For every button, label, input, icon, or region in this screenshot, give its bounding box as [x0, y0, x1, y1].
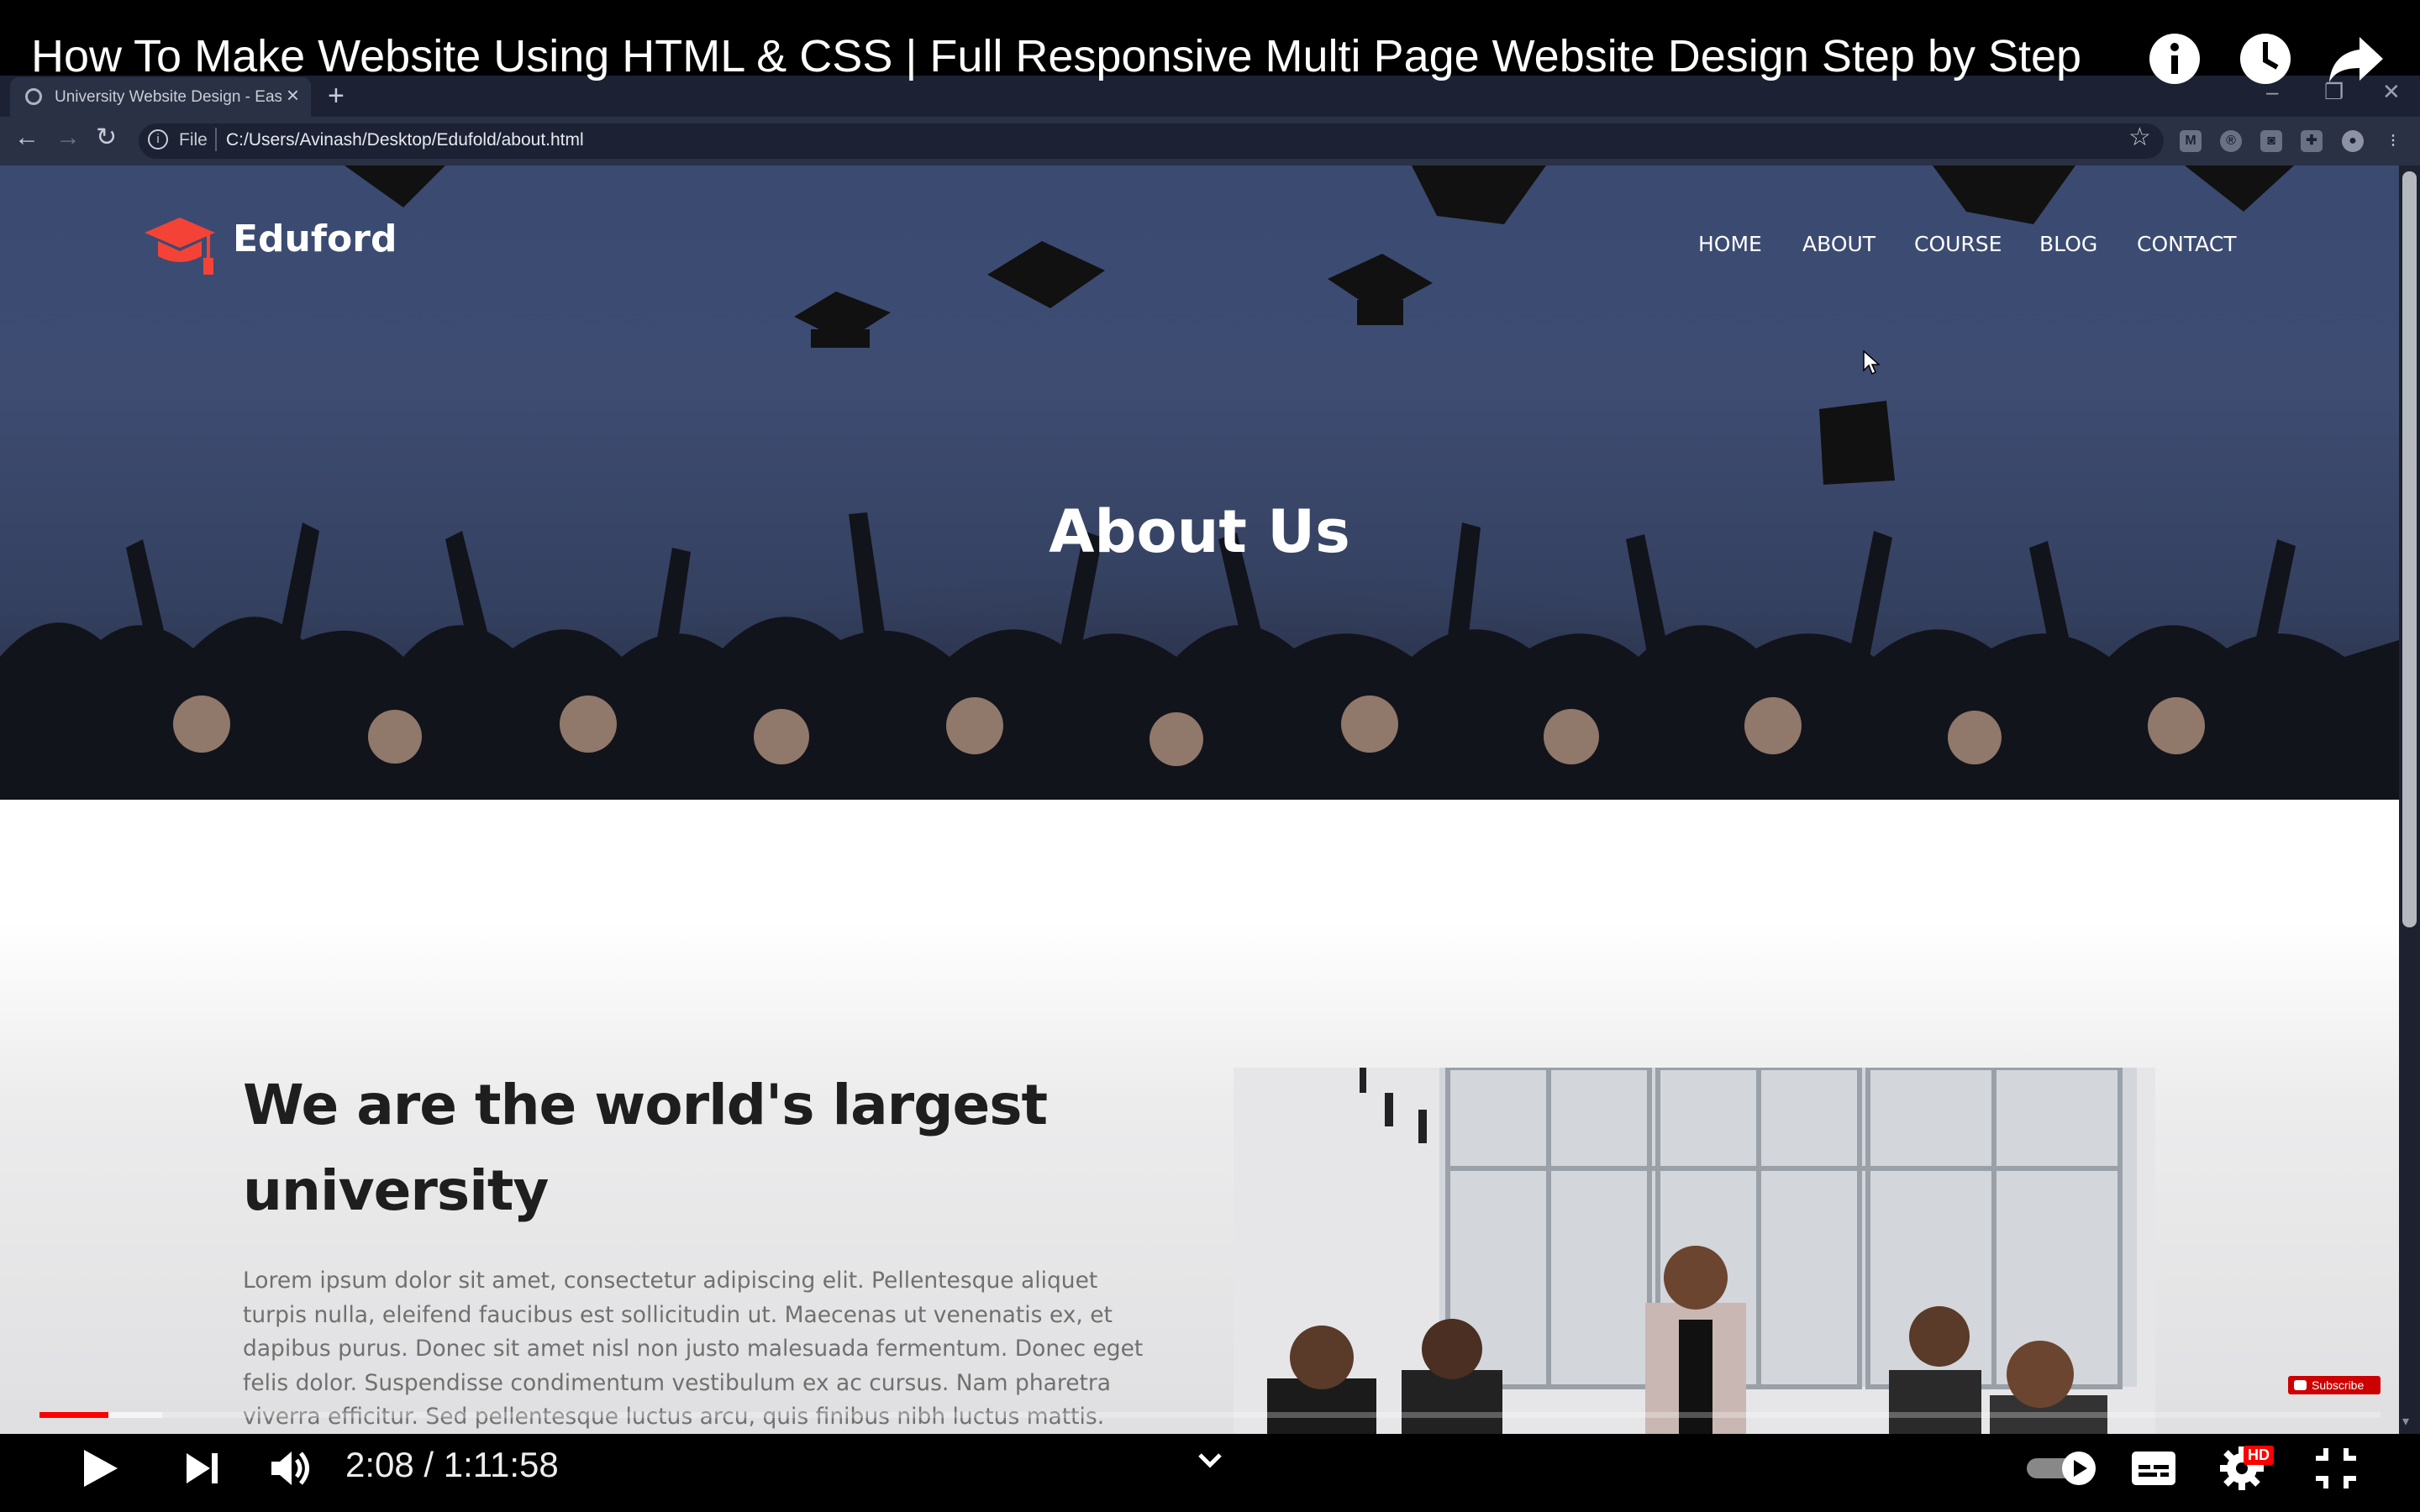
flying-cap-icon [1328, 254, 1433, 325]
exit-fullscreen-icon[interactable] [2312, 1445, 2360, 1492]
video-title-bar: How To Make Website Using HTML & CSS | F… [0, 0, 2420, 84]
flying-cap-icon [2185, 165, 2294, 212]
play-icon[interactable] [74, 1443, 124, 1494]
about-heading: We are the world's largest university [243, 1063, 1209, 1234]
scrollbar-thumb[interactable] [2402, 171, 2417, 927]
flying-cap-icon [1933, 165, 2075, 224]
flying-cap-icon [1412, 165, 1546, 224]
url-text[interactable]: C:/Users/Avinash/Desktop/Edufold/about.h… [226, 130, 584, 150]
site-info-icon[interactable]: i [148, 129, 168, 150]
camera-extension-icon[interactable]: ◙ [2260, 130, 2282, 152]
flying-cap-icon [987, 241, 1105, 308]
bookmark-star-icon[interactable]: ☆ [2128, 125, 2151, 150]
hero-section: Eduford HOME ABOUT COURSE BLOG CONTACT A… [0, 165, 2399, 800]
puzzle-extensions-icon[interactable]: ✚ [2301, 130, 2323, 152]
watch-later-icon[interactable] [2235, 29, 2296, 89]
back-icon[interactable]: ← [14, 125, 39, 150]
flying-cap-icon [1819, 401, 1895, 485]
volume-icon[interactable] [265, 1443, 315, 1494]
globe-icon [25, 88, 42, 105]
video-progress-bar[interactable] [39, 1412, 2381, 1418]
scroll-down-arrow-icon[interactable]: ▾ [2402, 1413, 2409, 1430]
page-title: About Us [1049, 497, 1350, 566]
next-icon[interactable] [176, 1443, 227, 1494]
autoplay-toggle[interactable] [2023, 1450, 2104, 1487]
protocol-label: File [179, 130, 208, 150]
nav-course[interactable]: COURSE [1914, 232, 2002, 256]
about-paragraph: Lorem ipsum dolor sit amet, consectetur … [243, 1268, 1144, 1430]
nav-about[interactable]: ABOUT [1802, 232, 1876, 256]
nav-home[interactable]: HOME [1698, 232, 1762, 256]
nav-blog[interactable]: BLOG [2039, 232, 2097, 256]
office-team-photo [1234, 1068, 2155, 1437]
menu-dots-icon[interactable]: ⋮ [2382, 130, 2404, 152]
about-heading-line1: We are the world's largest [243, 1073, 1048, 1137]
time-display: 2:08 / 1:11:58 [345, 1445, 559, 1484]
mouse-cursor-icon [1863, 350, 1880, 375]
time-total: 1:11:58 [443, 1445, 559, 1484]
share-icon[interactable] [2326, 29, 2386, 89]
gmail-extension-icon[interactable]: M [2180, 130, 2202, 152]
time-current: 2:08 [345, 1445, 414, 1484]
reload-icon[interactable]: ↻ [96, 125, 117, 150]
info-icon[interactable] [2144, 29, 2205, 89]
tab-title: University Website Design - Easy [55, 88, 281, 106]
chevron-down-icon[interactable] [1192, 1443, 1228, 1480]
video-title: How To Make Website Using HTML & CSS | F… [31, 31, 2082, 81]
tab-close-icon[interactable]: × [287, 84, 299, 106]
graduation-cap-logo-icon [145, 218, 215, 275]
hd-badge: HD [2244, 1446, 2274, 1465]
brand-name[interactable]: Eduford [233, 218, 397, 260]
profile-avatar-icon[interactable]: ● [2342, 130, 2364, 152]
flying-cap-icon [345, 165, 445, 207]
extension-icon[interactable]: ® [2220, 130, 2242, 152]
flying-cap-icon [794, 291, 891, 348]
browser-tab[interactable]: University Website Design - Easy × [10, 77, 311, 117]
new-tab-button[interactable]: + [328, 81, 345, 110]
subtitles-icon[interactable] [2128, 1446, 2179, 1490]
video-played-bar [39, 1412, 108, 1418]
about-heading-line2: university [243, 1158, 549, 1223]
omnibox-divider [215, 128, 217, 151]
subscribe-watermark[interactable]: Subscribe [2288, 1376, 2381, 1394]
forward-icon[interactable]: → [55, 125, 81, 150]
nav-contact[interactable]: CONTACT [2137, 232, 2237, 256]
